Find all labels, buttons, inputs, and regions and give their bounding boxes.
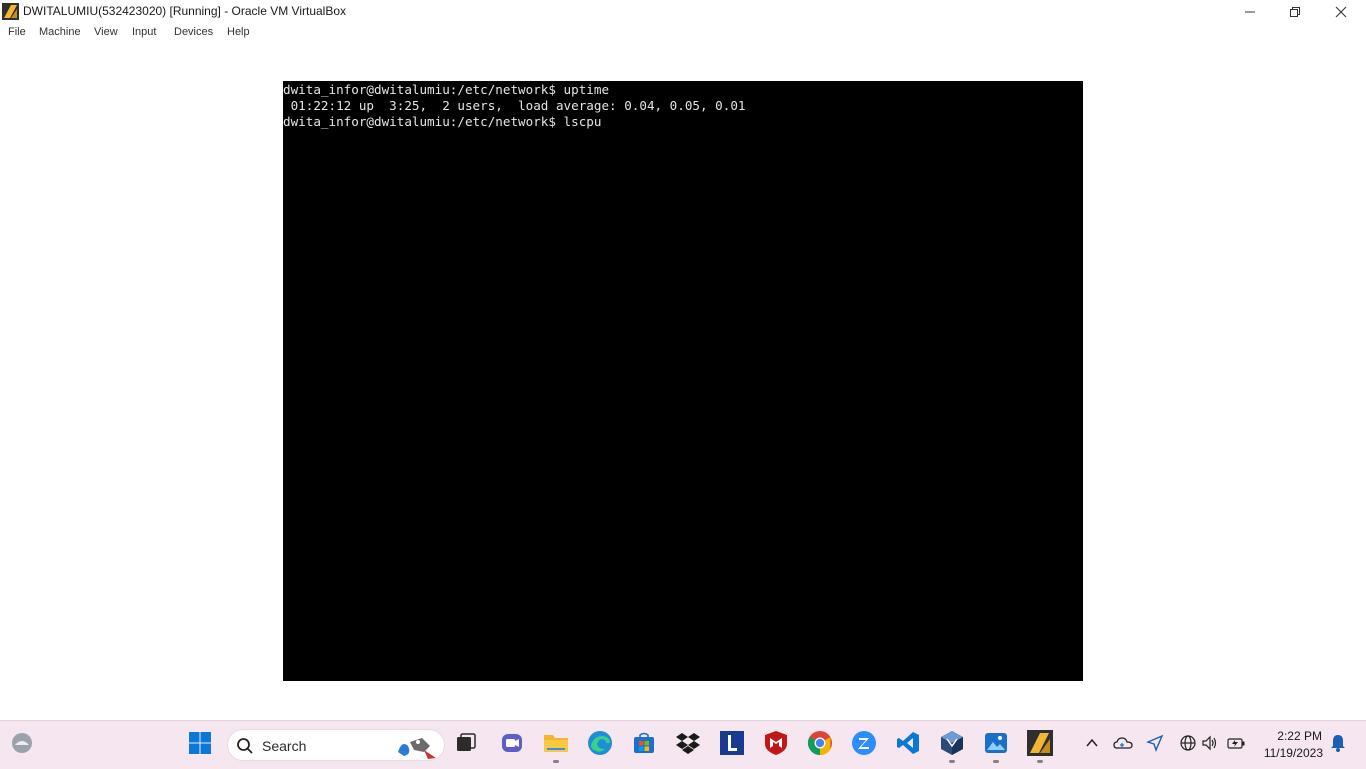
clock-time: 2:22 PM	[1277, 729, 1322, 743]
vm-console-screen[interactable]: dwita_infor@dwitalumiu:/etc/network$ upt…	[283, 81, 1083, 681]
lively-icon	[720, 730, 744, 760]
search-label: Search	[262, 738, 307, 754]
location-tray-button[interactable]	[1145, 734, 1165, 757]
virtualbox-vm-icon	[1027, 729, 1053, 761]
restore-button[interactable]	[1272, 0, 1318, 23]
restore-icon	[1289, 6, 1301, 18]
window-title: DWITALUMIU(532423020) [Running] - Oracle…	[23, 4, 347, 18]
running-indicator	[553, 760, 559, 763]
show-hidden-icons-button[interactable]	[1082, 735, 1102, 755]
volume-icon	[1201, 734, 1219, 757]
store-button[interactable]	[628, 729, 660, 761]
menu-bar: File Machine View Input Devices Help	[0, 23, 1366, 43]
dropbox-icon	[675, 731, 701, 760]
close-icon	[1335, 6, 1347, 18]
location-icon	[1146, 734, 1164, 757]
chrome-button[interactable]	[804, 729, 836, 761]
search-highlight-icon	[394, 732, 440, 765]
mcafee-button[interactable]	[760, 729, 792, 761]
photos-button[interactable]	[980, 729, 1012, 763]
teams-chat-button[interactable]	[496, 729, 528, 761]
running-indicator	[993, 760, 999, 763]
battery-icon	[1226, 734, 1246, 757]
start-button[interactable]	[184, 729, 216, 761]
edge-button[interactable]	[584, 729, 616, 761]
menu-view[interactable]: View	[94, 26, 118, 38]
terminal-line: dwita_infor@dwitalumiu:/etc/network$ lsc…	[283, 114, 602, 129]
minimize-button[interactable]	[1227, 0, 1273, 23]
onedrive-icon	[1113, 734, 1133, 757]
vscode-button[interactable]	[892, 729, 924, 761]
taskbar: Search 2:22 PM 11/19/2023	[0, 720, 1366, 769]
chrome-icon	[807, 730, 833, 761]
notifications-button[interactable]	[1328, 734, 1348, 757]
teams-chat-icon	[500, 731, 524, 760]
onedrive-tray-button[interactable]	[1113, 735, 1133, 755]
menu-devices[interactable]: Devices	[174, 26, 213, 38]
minimize-icon	[1244, 6, 1256, 18]
running-indicator	[949, 760, 955, 763]
file-explorer-icon	[543, 731, 569, 760]
network-tray-button[interactable]	[1178, 734, 1198, 757]
edge-icon	[587, 730, 613, 761]
vscode-icon	[896, 731, 920, 760]
store-icon	[632, 731, 656, 760]
search-icon	[236, 737, 254, 760]
running-indicator	[1037, 760, 1043, 763]
close-button[interactable]	[1318, 0, 1364, 23]
chevron-up-icon	[1085, 736, 1099, 755]
terminal-line: 01:22:12 up 3:25, 2 users, load average:…	[283, 98, 746, 113]
taskbar-search[interactable]: Search	[227, 729, 445, 761]
virtualbox-icon	[2, 3, 19, 20]
globe-icon	[1179, 734, 1197, 757]
dropbox-button[interactable]	[672, 729, 704, 761]
lively-button[interactable]	[716, 729, 748, 761]
widgets-button[interactable]	[6, 729, 38, 761]
start-icon	[188, 731, 212, 760]
clock-date: 11/19/2023	[1263, 746, 1323, 760]
menu-machine[interactable]: Machine	[39, 26, 81, 38]
window-titlebar[interactable]: DWITALUMIU(532423020) [Running] - Oracle…	[0, 0, 1366, 23]
mcafee-icon	[764, 730, 788, 761]
task-view-button[interactable]	[450, 729, 482, 761]
task-view-icon	[454, 731, 478, 760]
menu-input[interactable]: Input	[132, 26, 156, 38]
notification-bell-icon	[1330, 734, 1346, 757]
file-explorer-button[interactable]	[540, 729, 572, 763]
photos-icon	[984, 731, 1008, 760]
virtualbox-icon	[940, 730, 964, 761]
battery-tray-button[interactable]	[1226, 735, 1246, 755]
menu-help[interactable]: Help	[227, 26, 250, 38]
virtualbox-button[interactable]	[936, 729, 968, 763]
zoom-button[interactable]	[848, 729, 880, 761]
widgets-icon	[10, 731, 34, 760]
volume-tray-button[interactable]	[1200, 735, 1220, 755]
virtualbox-vm-button[interactable]	[1024, 729, 1056, 763]
zoom-icon	[851, 730, 877, 761]
menu-file[interactable]: File	[8, 26, 26, 38]
terminal-line: dwita_infor@dwitalumiu:/etc/network$ upt…	[283, 82, 610, 97]
